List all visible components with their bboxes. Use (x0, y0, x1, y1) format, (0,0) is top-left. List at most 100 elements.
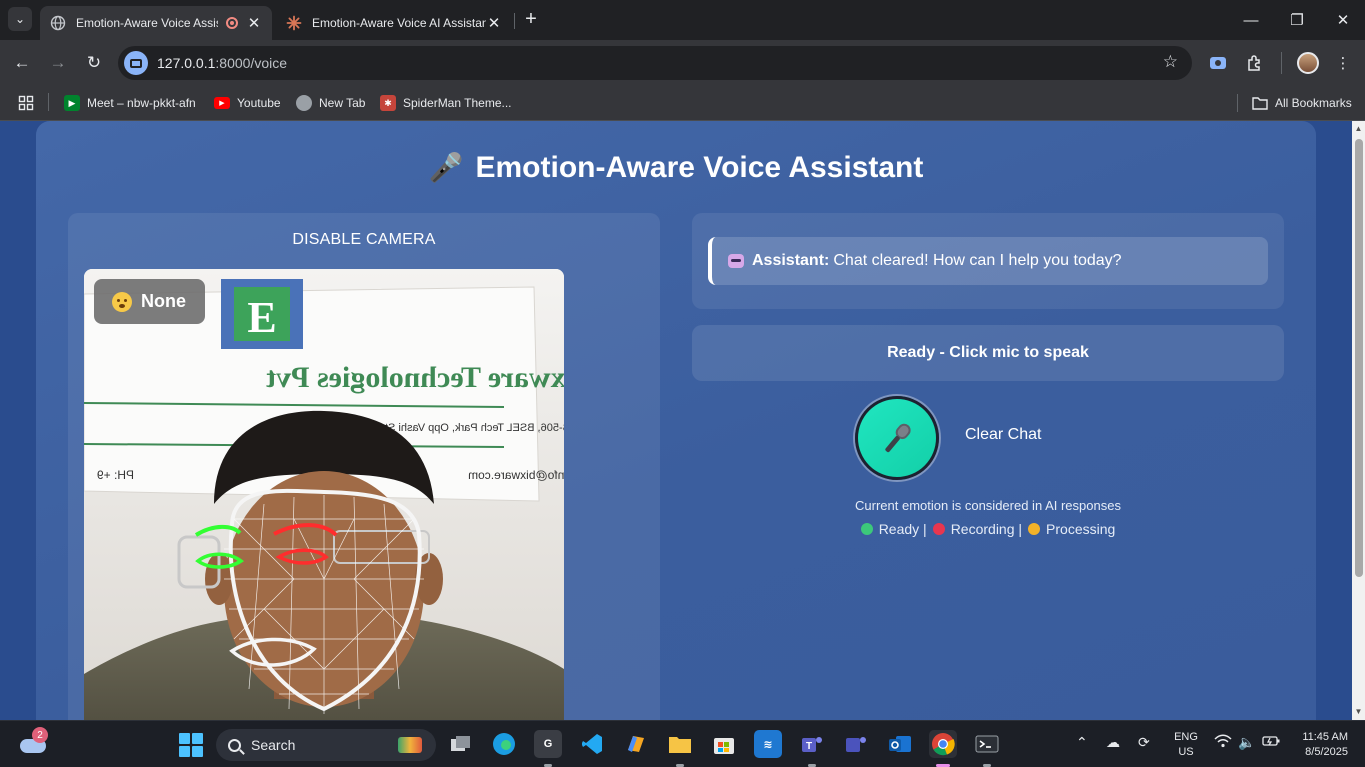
weather-widget[interactable]: 2 (18, 727, 48, 755)
page-viewport: 🎤 Emotion-Aware Voice Assistant DISABLE C… (0, 121, 1352, 720)
screen-share-icon[interactable] (1207, 52, 1229, 74)
windows-taskbar: 2 Search G ≋ T ⌃ ☁ ⟳ ENG US 🔈 11:45 AM 8… (0, 720, 1365, 767)
task-view-icon[interactable] (447, 730, 475, 758)
onedrive-offline-icon[interactable]: ☁ (1106, 734, 1120, 751)
scroll-up-icon[interactable]: ▲ (1354, 124, 1363, 133)
chrome-menu-icon[interactable]: ⋮ (1332, 52, 1354, 74)
url-text[interactable]: 127.0.0.1:8000/voice (157, 55, 287, 71)
chrome-icon[interactable] (929, 730, 957, 767)
globe-icon (296, 95, 312, 111)
tab-emotion-voice-ai-assistant[interactable]: Emotion-Aware Voice AI Assistant ✕ (276, 6, 512, 40)
tab-title: Emotion-Aware Voice AI Assistant (312, 16, 486, 30)
status-text: Ready - Click mic to speak (692, 325, 1284, 381)
system-clock[interactable]: 11:45 AM 8/5/2025 (1290, 730, 1348, 760)
tab-strip: ⌄ Emotion-Aware Voice Assistant ✕ Emotio… (0, 0, 1365, 40)
neutral-face-icon (112, 291, 132, 312)
disable-camera-button[interactable]: DISABLE CAMERA (68, 231, 660, 249)
vscode-icon[interactable] (578, 730, 606, 758)
page-title: 🎤 Emotion-Aware Voice Assistant (428, 151, 924, 184)
taskbar-search[interactable]: Search (216, 729, 436, 761)
tab-search-button[interactable]: ⌄ (8, 7, 32, 31)
close-window-button[interactable]: ✕ (1320, 6, 1365, 34)
scroll-down-icon[interactable]: ▼ (1354, 707, 1363, 716)
banner-email-text: info@bixware.com (468, 468, 564, 482)
scroll-thumb[interactable] (1355, 139, 1363, 577)
microsoft-store-icon[interactable] (710, 730, 738, 758)
wifi-icon[interactable] (1214, 734, 1232, 751)
battery-icon[interactable] (1262, 734, 1280, 751)
microphone-icon: 🎤 (428, 152, 464, 183)
notification-badge: 2 (32, 727, 48, 743)
minimize-button[interactable]: — (1228, 6, 1274, 34)
ready-dot-icon (860, 523, 873, 535)
youtube-icon: ▶ (214, 97, 230, 109)
forward-button[interactable]: → (46, 51, 70, 75)
folder-icon (1252, 95, 1268, 111)
robot-icon (728, 254, 744, 268)
bookmark-star-icon[interactable]: ☆ (1163, 52, 1178, 72)
back-button[interactable]: ← (10, 51, 34, 75)
language-indicator[interactable]: ENG US (1172, 730, 1200, 760)
clear-chat-button[interactable]: Clear Chat (965, 426, 1041, 444)
close-tab-icon[interactable]: ✕ (246, 14, 262, 32)
camera-in-use-icon[interactable] (124, 51, 148, 75)
restore-button[interactable]: ❐ (1274, 6, 1320, 34)
bookmark-spiderman[interactable]: ✱ SpiderMan Theme... (380, 92, 512, 114)
show-hidden-icons[interactable]: ⌃ (1076, 734, 1088, 751)
legend-recording: Recording | (950, 521, 1023, 537)
edge-icon[interactable] (490, 730, 518, 758)
emotion-hint: Current emotion is considered in AI resp… (855, 498, 1121, 513)
sync-icon[interactable]: ⟳ (1138, 734, 1150, 751)
status-legend: Ready | Recording | Processing (692, 521, 1284, 537)
terminal-icon[interactable] (973, 730, 1001, 767)
recording-dot-icon (932, 523, 945, 535)
outlook-icon[interactable] (886, 730, 914, 758)
message-text: Chat cleared! How can I help you today? (833, 252, 1122, 269)
teams-icon[interactable]: T (798, 730, 826, 767)
windows-start-button[interactable] (179, 733, 203, 757)
bookmark-divider (1237, 94, 1238, 112)
volume-icon[interactable]: 🔈 (1238, 734, 1255, 751)
close-tab-icon[interactable]: ✕ (486, 14, 502, 32)
toolbar-divider (1281, 52, 1282, 74)
emotion-label: None (141, 291, 186, 311)
bookmark-divider (48, 93, 49, 111)
camera-frame-image: E Bixware Technologies Pvt B-506, BSEL T… (84, 269, 564, 720)
new-tab-button[interactable]: + (520, 8, 542, 31)
globe-icon (50, 15, 66, 31)
legend-ready: Ready | (878, 521, 927, 537)
all-bookmarks[interactable]: All Bookmarks (1252, 92, 1352, 114)
chat-panel: Assistant: Chat cleared! How can I help … (692, 213, 1284, 309)
banner-phone-text: PH: +9 (97, 468, 134, 482)
browser-toolbar: ← → ↻ 127.0.0.1:8000/voice ☆ ⋮ (0, 40, 1365, 86)
processing-dot-icon (1028, 523, 1041, 535)
camera-feed: E Bixware Technologies Pvt B-506, BSEL T… (84, 269, 564, 720)
page-scrollbar[interactable]: ▲ ▼ (1352, 121, 1365, 720)
microphone-icon (873, 414, 921, 462)
file-explorer-icon[interactable] (666, 730, 694, 767)
tab-title: Emotion-Aware Voice Assistant (76, 16, 218, 30)
legend-processing: Processing (1046, 521, 1116, 537)
search-icon (228, 738, 241, 752)
camera-panel: DISABLE CAMERA E Bixware Technologies Pv… (68, 213, 660, 720)
tab-emotion-voice-assistant[interactable]: Emotion-Aware Voice Assistant ✕ (40, 6, 272, 40)
reload-button[interactable]: ↻ (82, 51, 106, 75)
g-app-icon[interactable]: G (534, 730, 562, 767)
address-bar[interactable]: 127.0.0.1:8000/voice ☆ (118, 46, 1192, 80)
message-speaker: Assistant: (752, 252, 830, 269)
search-highlight-icon (398, 737, 422, 753)
teams-classic-icon[interactable] (842, 730, 870, 758)
bookmark-new-tab[interactable]: New Tab (296, 92, 365, 114)
copilot-icon[interactable] (622, 730, 650, 758)
bookmark-meet[interactable]: ▶ Meet – nbw-pkkt-afn (64, 92, 196, 114)
winget-app-icon[interactable]: ≋ (754, 730, 782, 758)
apps-grid-icon[interactable] (18, 92, 34, 114)
profile-avatar[interactable] (1297, 52, 1319, 74)
claude-sunburst-icon (286, 15, 302, 31)
app-container: 🎤 Emotion-Aware Voice Assistant DISABLE C… (36, 121, 1316, 720)
bookmark-youtube[interactable]: ▶ Youtube (214, 92, 281, 114)
banner-company-text: Bixware Technologies Pvt (266, 361, 564, 394)
svg-text:E: E (247, 293, 276, 342)
extensions-puzzle-icon[interactable] (1244, 52, 1266, 74)
mic-button[interactable] (855, 396, 939, 480)
